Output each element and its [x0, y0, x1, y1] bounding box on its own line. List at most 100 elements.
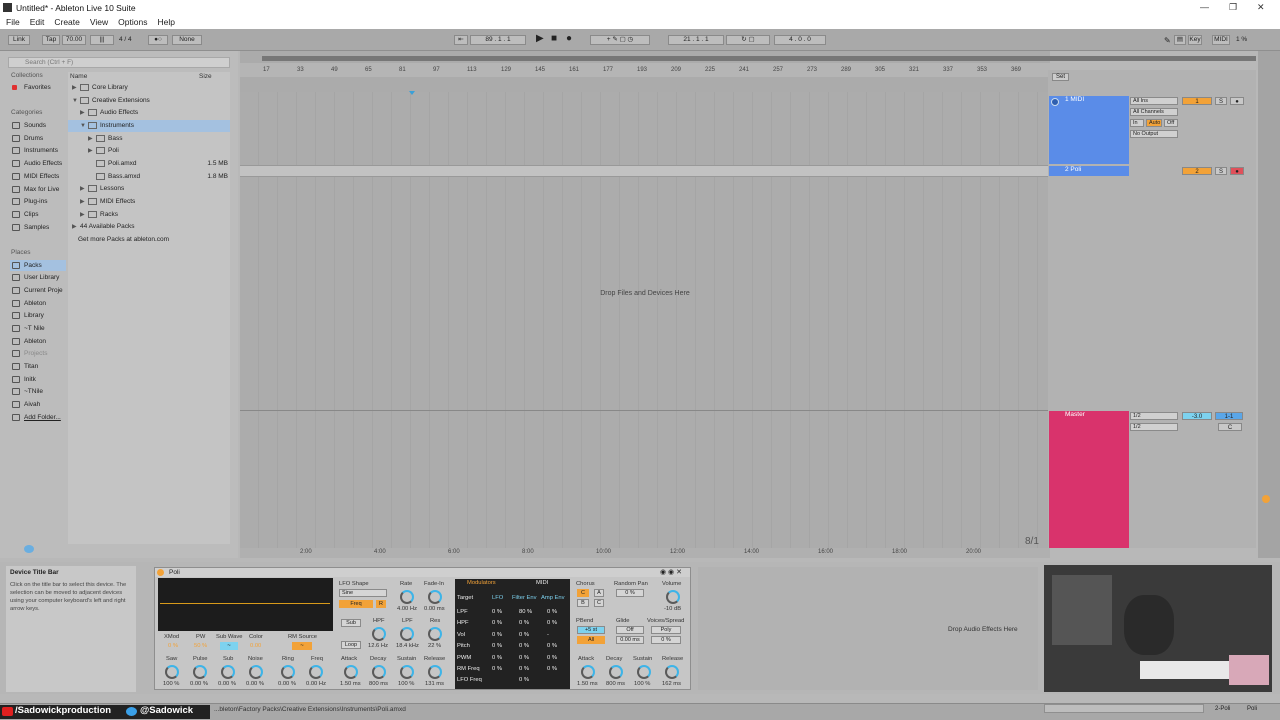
get-more-packs-link[interactable]: Get more Packs at ableton.com	[68, 234, 230, 246]
computer-keyboard-icon[interactable]: ▤	[1174, 35, 1186, 45]
column-size[interactable]: Size	[199, 73, 212, 80]
sidebar-item-clips[interactable]: Clips	[10, 209, 66, 220]
monitor-auto-button[interactable]: Auto	[1146, 119, 1162, 127]
sub-button[interactable]: Sub	[341, 619, 361, 627]
list-item[interactable]: ▶ 44 Available Packs	[68, 221, 230, 233]
device-title-bar[interactable]: Poli	[155, 568, 690, 577]
hpf-knob[interactable]	[372, 627, 386, 641]
mod-amount-value[interactable]: 0 %	[547, 609, 557, 615]
loop-toggle[interactable]: ↻ ▢	[726, 35, 770, 45]
rm-source-icon[interactable]: ~	[292, 642, 312, 650]
track-lane-2-poli[interactable]	[240, 165, 1048, 177]
sub-wave-icon[interactable]: ~	[220, 642, 238, 650]
track-fold-icon[interactable]	[1051, 98, 1059, 106]
mod-amount-value[interactable]: 0 %	[492, 620, 502, 626]
tempo-field[interactable]: 70.00	[62, 35, 86, 45]
sidebar-item-drums[interactable]: Drums	[10, 133, 66, 144]
master-track-header[interactable]: Master	[1049, 411, 1129, 548]
list-item[interactable]: ▶ Audio Effects	[68, 107, 230, 119]
follow-arrangement-icon[interactable]: ⇤	[454, 35, 468, 45]
time-ruler[interactable]	[240, 548, 1050, 558]
mod-amount-value[interactable]: 0 %	[547, 666, 557, 672]
sidebar-item-instruments[interactable]: Instruments	[10, 145, 66, 156]
amp-sustain-knob[interactable]	[637, 665, 651, 679]
loop-button[interactable]: Loop	[341, 641, 361, 649]
master-pan[interactable]: 1-1	[1215, 412, 1243, 420]
list-item[interactable]: ▶ Racks	[68, 209, 230, 221]
voices-select[interactable]: Poly	[651, 626, 681, 634]
expand-icon[interactable]: ▶	[72, 82, 77, 94]
sidebar-item-max-for-live[interactable]: Max for Live	[10, 184, 66, 195]
playhead-marker-icon[interactable]	[409, 91, 415, 95]
list-item[interactable]: Bass.amxd 1.8 MB	[68, 171, 230, 183]
pbend-all-button[interactable]: All	[577, 636, 605, 644]
sidebar-item-samples[interactable]: Samples	[10, 222, 66, 233]
loop-start-field[interactable]: 21 . 1 . 1	[668, 35, 724, 45]
mod-amount-value[interactable]: 0 %	[547, 620, 557, 626]
expand-icon[interactable]: ▶	[88, 145, 93, 157]
chorus-a-button[interactable]: A	[594, 589, 604, 597]
follow-icon[interactable]: ●○	[148, 35, 168, 45]
minimize-icon[interactable]: —	[1200, 2, 1209, 12]
menu-view[interactable]: View	[90, 17, 108, 27]
pw-value[interactable]: 50 %	[194, 643, 207, 649]
lpf-knob[interactable]	[400, 627, 414, 641]
glide-time[interactable]: 0.00 ms	[616, 636, 644, 644]
record-icon[interactable]: ●	[566, 33, 572, 44]
set-button[interactable]: Set	[1052, 73, 1070, 81]
sidebar-item-place[interactable]: Ableton	[10, 336, 66, 347]
noise-knob[interactable]	[249, 665, 263, 679]
track-lane-area[interactable]	[240, 92, 1048, 410]
overview-bar[interactable]	[262, 56, 1256, 61]
sidebar-item-place[interactable]: ~T Nile	[10, 323, 66, 334]
lfo-retrig-button[interactable]: R	[376, 600, 386, 608]
mod-amount-value[interactable]: 0 %	[519, 620, 529, 626]
color-value[interactable]: 0.00	[250, 643, 261, 649]
mod-amount-value[interactable]: 80 %	[519, 609, 532, 615]
midi-from-select[interactable]: All Ins	[1130, 97, 1178, 105]
sidebar-item-place[interactable]: Library	[10, 310, 66, 321]
menu-options[interactable]: Options	[118, 17, 147, 27]
key-map-button[interactable]: Key	[1188, 35, 1202, 45]
mod-amount-value[interactable]: 0 %	[519, 632, 529, 638]
glide-select[interactable]: Off	[616, 626, 644, 634]
sidebar-item-place[interactable]: Aivah	[10, 399, 66, 410]
res-knob[interactable]	[428, 627, 442, 641]
master-cue[interactable]: C	[1218, 423, 1242, 431]
mod-amount-value[interactable]: 0 %	[492, 655, 502, 661]
spread-value[interactable]: 0 %	[651, 636, 681, 644]
random-pan-value[interactable]: 0 %	[616, 589, 644, 597]
restore-icon[interactable]: ❐	[1229, 2, 1237, 13]
mod-amount-value[interactable]: 0 %	[492, 609, 502, 615]
expand-icon[interactable]: ▶	[80, 183, 85, 195]
collapse-icon[interactable]: ▼	[80, 120, 86, 132]
sidebar-item-place[interactable]: Titan	[10, 361, 66, 372]
tab-modulators[interactable]: Modulators	[467, 580, 496, 586]
sidebar-item-favorites[interactable]: Favorites	[10, 82, 66, 93]
arm-button[interactable]: ●	[1230, 167, 1244, 175]
mod-amount-value[interactable]: 0 %	[492, 666, 502, 672]
time-signature[interactable]: 4 / 4	[119, 36, 132, 43]
sidebar-item-place[interactable]: Projects	[10, 348, 66, 359]
quantize-select[interactable]: None	[172, 35, 202, 45]
track-activator-2[interactable]: 2	[1182, 167, 1212, 175]
expand-icon[interactable]: ▶	[80, 107, 85, 119]
solo-button[interactable]: S	[1215, 167, 1227, 175]
loop-length-field[interactable]: 4 . 0 . 0	[774, 35, 826, 45]
sidebar-item-place[interactable]: Ableton	[10, 298, 66, 309]
chorus-toggle[interactable]: C	[577, 589, 589, 597]
xmod-value[interactable]: 0 %	[168, 643, 178, 649]
monitor-off-button[interactable]: Off	[1164, 119, 1178, 127]
sidebar-item-user-library[interactable]: User Library	[10, 272, 66, 283]
filter-attack-knob[interactable]	[344, 665, 358, 679]
list-item[interactable]: ▶ Lessons	[68, 183, 230, 195]
expand-icon[interactable]: ▶	[80, 209, 85, 221]
audio-effects-drop-zone[interactable]: Drop Audio Effects Here	[698, 567, 1038, 690]
lfo-freq-button[interactable]: Freq	[339, 600, 373, 608]
tab-midi[interactable]: MIDI	[536, 580, 548, 586]
expand-icon[interactable]: ▶	[80, 196, 85, 208]
menu-help[interactable]: Help	[157, 17, 174, 27]
saw-knob[interactable]	[165, 665, 179, 679]
mod-amount-value[interactable]: 0 %	[519, 666, 529, 672]
list-item[interactable]: ▶ Poli	[68, 145, 230, 157]
